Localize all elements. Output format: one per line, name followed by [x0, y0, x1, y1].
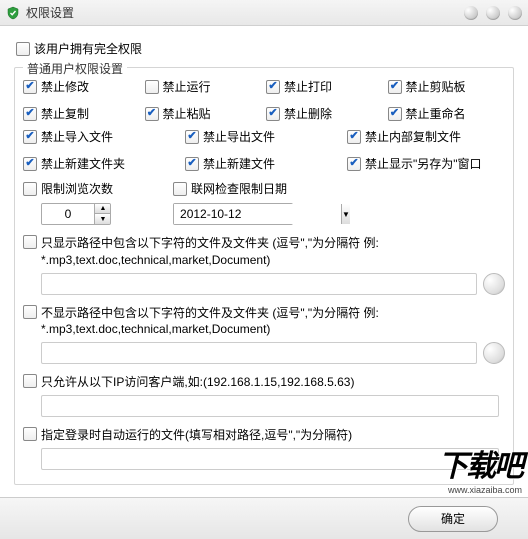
ip-checkbox[interactable] — [23, 374, 37, 388]
perm-r3-3-label: 禁止新建文件夹 — [41, 155, 125, 172]
limit-views-spinner[interactable]: ▲ ▼ — [41, 203, 111, 225]
ok-button[interactable]: 确定 — [408, 506, 498, 532]
permissions-fieldset: 普通用户权限设置 禁止修改禁止运行禁止打印禁止剪贴板禁止复制禁止粘贴禁止删除禁止… — [14, 67, 514, 485]
maximize-button[interactable] — [486, 6, 500, 20]
perm-r4-6-checkbox[interactable] — [266, 107, 280, 121]
perm-r4-0-checkbox[interactable] — [23, 80, 37, 94]
perm-r4-2: 禁止打印 — [266, 78, 384, 95]
perm-r3-4-checkbox[interactable] — [185, 157, 199, 171]
perm-r4-4-label: 禁止复制 — [41, 105, 89, 122]
perm-r3-0: 禁止导入文件 — [23, 128, 181, 145]
perm-r4-2-checkbox[interactable] — [266, 80, 280, 94]
perm-r4-4: 禁止复制 — [23, 105, 141, 122]
perm-r4-1-checkbox[interactable] — [145, 80, 159, 94]
perm-r4-7-label: 禁止重命名 — [406, 105, 466, 122]
perm-r3-1-checkbox[interactable] — [185, 130, 199, 144]
permissions-grid-4col: 禁止修改 禁止运行 禁止打印 禁止剪贴板禁止复制 禁止粘贴 禁止删除 禁止重命名 — [23, 78, 505, 122]
perm-r4-0-label: 禁止修改 — [41, 78, 89, 95]
perm-r4-1: 禁止运行 — [145, 78, 263, 95]
perm-r4-6: 禁止删除 — [266, 105, 384, 122]
permissions-grid-3col: 禁止导入文件 禁止导出文件 禁止内部复制文件禁止新建文件夹 禁止新建文件 禁止显示"另存… — [23, 128, 505, 172]
perm-r3-2-checkbox[interactable] — [347, 130, 361, 144]
perm-r3-0-label: 禁止导入文件 — [41, 128, 113, 145]
perm-r4-1-label: 禁止运行 — [163, 78, 211, 95]
limit-views-input[interactable] — [42, 204, 94, 224]
minimize-button[interactable] — [464, 6, 478, 20]
ip-input[interactable] — [41, 395, 499, 417]
shield-icon — [6, 6, 20, 20]
perm-r4-3: 禁止剪贴板 — [388, 78, 506, 95]
autorun-label: 指定登录时自动运行的文件(填写相对路径,逗号","为分隔符) — [41, 427, 352, 444]
hide-checkbox[interactable] — [23, 305, 37, 319]
hide-browse-button[interactable] — [483, 342, 505, 364]
perm-r4-7: 禁止重命名 — [388, 105, 506, 122]
full-permission-checkbox[interactable] — [16, 42, 30, 56]
net-check-date-input[interactable] — [174, 204, 341, 224]
show-only-checkbox[interactable] — [23, 235, 37, 249]
perm-r4-6-label: 禁止删除 — [284, 105, 332, 122]
perm-r3-5-label: 禁止显示"另存为"窗口 — [365, 155, 482, 172]
hide-label: 不显示路径中包含以下字符的文件及文件夹 (逗号","为分隔符 例: *.mp3,… — [41, 305, 505, 339]
perm-r4-4-checkbox[interactable] — [23, 107, 37, 121]
titlebar: 权限设置 — [0, 0, 528, 26]
footer: 确定 — [0, 497, 528, 539]
ip-label: 只允许从以下IP访问客户端,如:(192.168.1.15,192.168.5.… — [41, 374, 354, 391]
perm-r4-7-checkbox[interactable] — [388, 107, 402, 121]
show-only-input[interactable] — [41, 273, 477, 295]
perm-r3-4-label: 禁止新建文件 — [203, 155, 275, 172]
perm-r4-5-label: 禁止粘贴 — [163, 105, 211, 122]
perm-r4-3-label: 禁止剪贴板 — [406, 78, 466, 95]
net-check-checkbox[interactable] — [173, 182, 187, 196]
perm-r4-0: 禁止修改 — [23, 78, 141, 95]
close-button[interactable] — [508, 6, 522, 20]
perm-r3-1: 禁止导出文件 — [185, 128, 343, 145]
perm-r3-5-checkbox[interactable] — [347, 157, 361, 171]
perm-r3-1-label: 禁止导出文件 — [203, 128, 275, 145]
perm-r4-2-label: 禁止打印 — [284, 78, 332, 95]
limit-views-checkbox[interactable] — [23, 182, 37, 196]
perm-r3-0-checkbox[interactable] — [23, 130, 37, 144]
perm-r3-5: 禁止显示"另存为"窗口 — [347, 155, 505, 172]
perm-r3-4: 禁止新建文件 — [185, 155, 343, 172]
autorun-input[interactable] — [41, 448, 499, 470]
net-check-date[interactable]: ▼ — [173, 203, 293, 225]
fieldset-legend: 普通用户权限设置 — [23, 60, 127, 77]
show-only-browse-button[interactable] — [483, 273, 505, 295]
limit-views-label: 限制浏览次数 — [41, 180, 113, 197]
window-title: 权限设置 — [26, 4, 464, 21]
perm-r4-5-checkbox[interactable] — [145, 107, 159, 121]
show-only-label: 只显示路径中包含以下字符的文件及文件夹 (逗号","为分隔符 例: *.mp3,… — [41, 235, 505, 269]
perm-r4-3-checkbox[interactable] — [388, 80, 402, 94]
dropdown-icon[interactable]: ▼ — [341, 204, 350, 224]
net-check-label: 联网检查限制日期 — [191, 180, 287, 197]
perm-r3-3-checkbox[interactable] — [23, 157, 37, 171]
perm-r3-3: 禁止新建文件夹 — [23, 155, 181, 172]
window-buttons — [464, 6, 522, 20]
full-permission-label: 该用户拥有完全权限 — [34, 40, 142, 57]
spinner-up-icon[interactable]: ▲ — [95, 204, 111, 214]
autorun-checkbox[interactable] — [23, 427, 37, 441]
hide-input[interactable] — [41, 342, 477, 364]
perm-r3-2-label: 禁止内部复制文件 — [365, 128, 461, 145]
perm-r4-5: 禁止粘贴 — [145, 105, 263, 122]
spinner-down-icon[interactable]: ▼ — [95, 214, 111, 224]
perm-r3-2: 禁止内部复制文件 — [347, 128, 505, 145]
